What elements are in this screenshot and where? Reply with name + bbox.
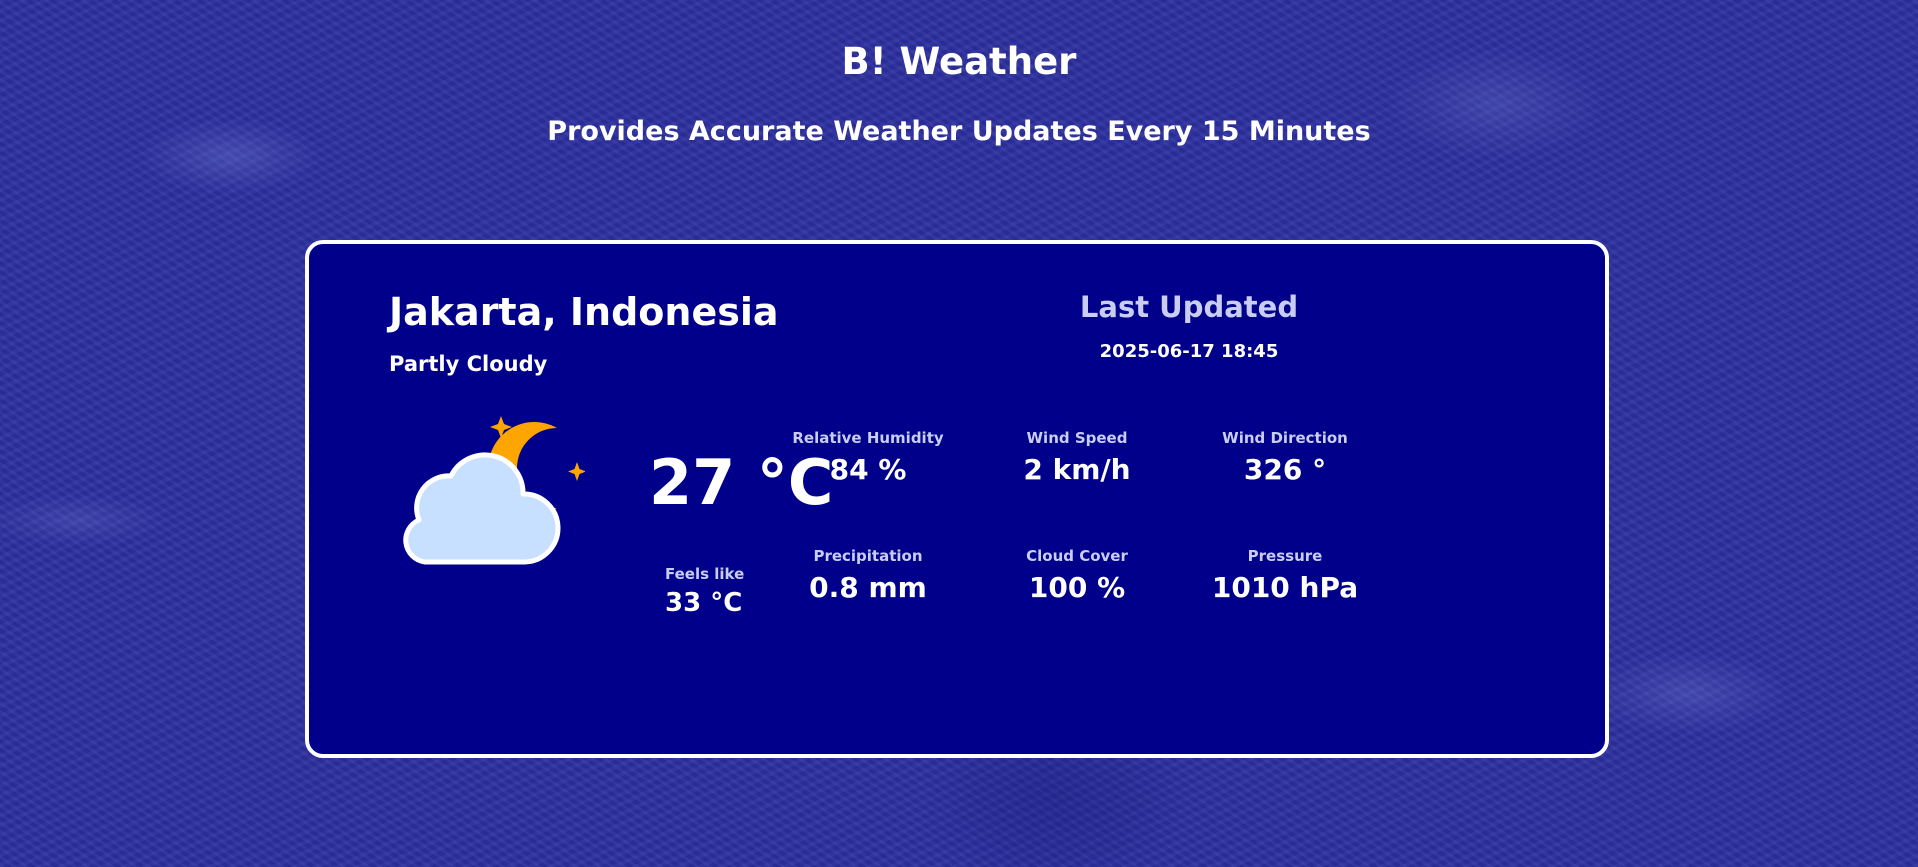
stat-value: 100 % [1028, 571, 1126, 604]
stat-label: Pressure [1247, 547, 1323, 565]
feels-like-label: Feels like [665, 565, 745, 583]
app-subtitle: Provides Accurate Weather Updates Every … [547, 116, 1371, 147]
stat-label: Precipitation [813, 547, 923, 565]
feels-like-value: 33 °C [665, 588, 743, 618]
stat-label: Wind Direction [1222, 429, 1348, 447]
stat-value: 2 km/h [1023, 453, 1131, 486]
last-updated-title-text: Last Updated [1079, 290, 1299, 324]
app-title: B! Weather [841, 40, 1077, 83]
stat-value: 0.8 mm [809, 571, 927, 604]
stat-value: 84 % [829, 453, 907, 486]
stat-relative-humidity: Relative Humidity 84 % [768, 428, 968, 488]
stat-wind-speed: Wind Speed 2 km/h [977, 428, 1177, 488]
weather-condition: Partly Cloudy [389, 352, 548, 376]
stat-precipitation: Precipitation 0.8 mm [768, 546, 968, 606]
stat-value: 1010 hPa [1211, 571, 1359, 604]
partly-cloudy-night-icon [395, 412, 586, 572]
stat-label: Wind Speed [1026, 429, 1128, 447]
stat-label: Relative Humidity [792, 429, 944, 447]
stat-value: 326 ° [1243, 453, 1327, 486]
stat-wind-direction: Wind Direction 326 ° [1185, 428, 1385, 488]
stat-cloud-cover: Cloud Cover 100 % [977, 546, 1177, 606]
stat-pressure: Pressure 1010 hPa [1185, 546, 1385, 606]
stat-label: Cloud Cover [1026, 547, 1128, 565]
location-name: Jakarta, Indonesia [389, 290, 779, 334]
last-updated-timestamp-text: 2025-06-17 18:45 [1099, 341, 1279, 362]
weather-card: Jakarta, Indonesia Partly Cloudy 27 °C F… [305, 240, 1609, 758]
